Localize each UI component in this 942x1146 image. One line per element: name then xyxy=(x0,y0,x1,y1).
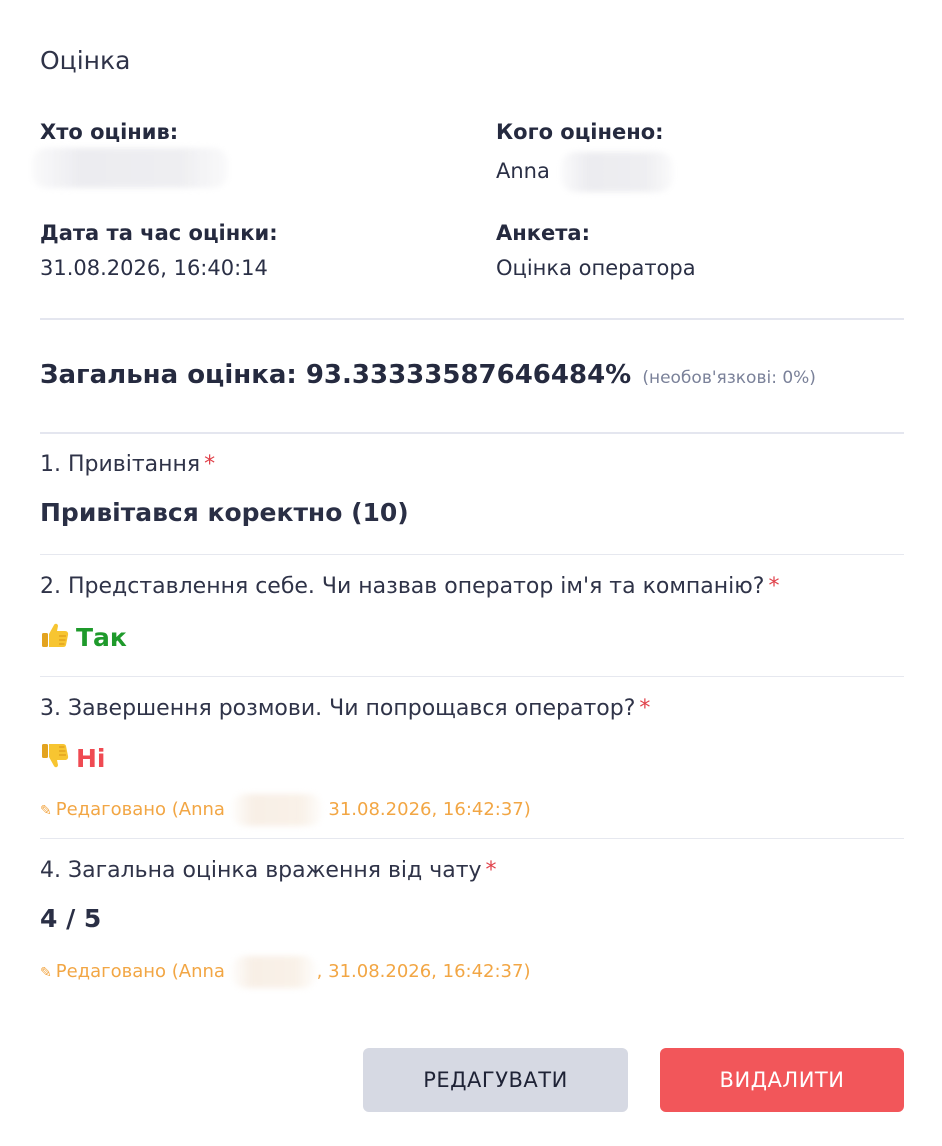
pencil-icon: ✎ xyxy=(40,965,52,981)
question-text: 1. Привітання xyxy=(40,452,201,477)
evaluator-label: Хто оцінив: xyxy=(40,120,179,144)
question-text: 2. Представлення себе. Чи назвав операто… xyxy=(40,574,765,599)
divider xyxy=(40,676,904,677)
optional-score-note: (необов'язкові: 0%) xyxy=(642,368,816,388)
evaluator-value xyxy=(32,148,228,188)
overall-score-value: Загальна оцінка: 93.33333587646484% xyxy=(40,360,632,390)
question-answer: Так xyxy=(40,620,127,652)
divider xyxy=(40,432,904,434)
question-text: 4. Загальна оцінка враження від чату xyxy=(40,858,482,883)
edited-suffix: , 31.08.2026, 16:42:37) xyxy=(316,961,531,982)
required-marker: * xyxy=(204,452,216,477)
question-label: 4. Загальна оцінка враження від чату * xyxy=(40,858,497,883)
divider xyxy=(40,838,904,839)
redacted-editor xyxy=(230,956,317,988)
datetime-label: Дата та час оцінки: xyxy=(40,221,278,245)
edit-button[interactable]: РЕДАГУВАТИ xyxy=(363,1048,628,1112)
page-title: Оцінка xyxy=(40,46,131,75)
redacted-name xyxy=(32,148,228,188)
edited-prefix: Редаговано (Anna xyxy=(55,799,225,820)
datetime-value: 31.08.2026, 16:40:14 xyxy=(40,256,268,280)
answer-yes-text: Так xyxy=(76,623,127,652)
answer-no-text: Ні xyxy=(76,744,106,773)
evaluated-value: Anna xyxy=(496,152,673,192)
redacted-surname xyxy=(560,152,673,192)
question-answer: Ні xyxy=(40,741,106,773)
thumbs-down-icon xyxy=(42,744,69,768)
pencil-icon: ✎ xyxy=(40,803,52,819)
evaluated-name: Anna xyxy=(496,159,550,183)
divider xyxy=(40,318,904,320)
edited-prefix: Редаговано (Anna xyxy=(55,961,225,982)
question-answer: 4 / 5 xyxy=(40,904,102,933)
question-label: 1. Привітання * xyxy=(40,452,215,477)
overall-score: Загальна оцінка: 93.33333587646484% (нео… xyxy=(40,360,816,390)
redacted-editor xyxy=(230,794,323,826)
form-value: Оцінка оператора xyxy=(496,256,696,280)
question-text: 3. Завершення розмови. Чи попрощався опе… xyxy=(40,696,636,721)
required-marker: * xyxy=(639,696,651,721)
question-label: 3. Завершення розмови. Чи попрощався опе… xyxy=(40,696,650,721)
form-label: Анкета: xyxy=(496,221,590,245)
required-marker: * xyxy=(485,858,497,883)
question-label: 2. Представлення себе. Чи назвав операто… xyxy=(40,574,780,599)
edited-suffix: 31.08.2026, 16:42:37) xyxy=(328,799,531,820)
divider xyxy=(40,554,904,555)
evaluated-label: Кого оцінено: xyxy=(496,120,664,144)
delete-button[interactable]: ВИДАЛИТИ xyxy=(660,1048,904,1112)
edited-note: ✎ Редаговано (Anna 31.08.2026, 16:42:37) xyxy=(40,794,531,826)
edited-note: ✎ Редаговано (Anna , 31.08.2026, 16:42:37… xyxy=(40,956,530,988)
thumbs-up-icon xyxy=(42,623,69,647)
question-answer: Привітався коректно (10) xyxy=(40,498,409,527)
required-marker: * xyxy=(768,574,780,599)
